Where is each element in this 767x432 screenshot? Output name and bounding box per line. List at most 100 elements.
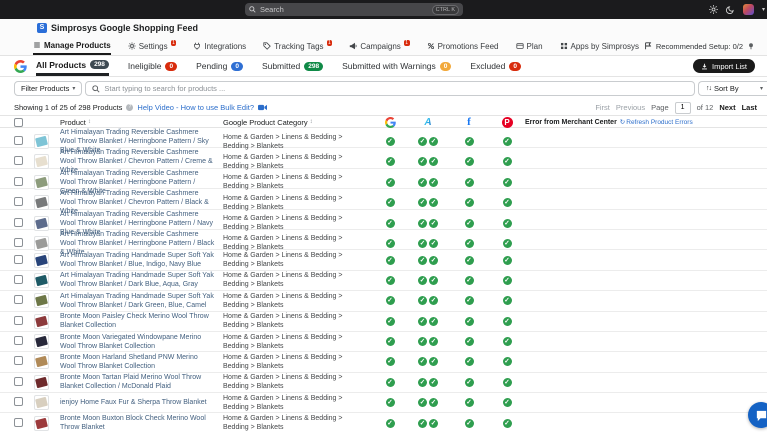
app-window: Search CTRL K ▾ S Simprosys Google Shopp… (0, 0, 767, 432)
recommended-setup[interactable]: Recommended Setup: 0/2 (644, 37, 755, 55)
facebook-icon: f (467, 116, 471, 128)
select-all-checkbox[interactable] (14, 117, 23, 127)
row-checkbox[interactable] (14, 295, 23, 305)
row-checkbox[interactable] (14, 376, 23, 386)
table-row: Art Himalayan Trading Reversible Cashmer… (0, 128, 767, 154)
import-list-button[interactable]: Import List (692, 59, 755, 73)
tab-label: Excluded (470, 61, 506, 71)
microsoft-ads-icon: A (424, 116, 432, 128)
status-ok-icon: ✓ (418, 357, 427, 367)
row-checkbox[interactable] (14, 356, 23, 366)
chevron-down-icon: ▾ (72, 86, 76, 92)
product-search-input[interactable] (104, 84, 688, 93)
global-search-button[interactable]: Search CTRL K (245, 3, 463, 16)
help-video-link[interactable]: Help Video - How to use Bulk Edit? (137, 103, 254, 112)
facebook-status: ✓ (449, 275, 489, 285)
google-status: ✓ (373, 398, 407, 408)
row-checkbox[interactable] (14, 315, 23, 325)
pinterest-status: ✓ (489, 255, 525, 265)
nav-item-manage-products[interactable]: Manage Products (33, 37, 111, 55)
status-ok-icon: ✓ (502, 296, 512, 306)
page-number-input[interactable] (674, 101, 691, 114)
row-checkbox[interactable] (14, 136, 23, 145)
status-ok-icon: ✓ (502, 157, 512, 167)
pagination-previous[interactable]: Previous (616, 103, 645, 112)
product-title-link[interactable]: Bronte Moon Variegated Windowpane Merino… (60, 333, 223, 351)
google-logo (14, 59, 27, 73)
tab-pending[interactable]: Pending 0 (196, 56, 243, 76)
nav-item-apps-by-simprosys[interactable]: Apps by Simprosys (560, 37, 639, 55)
gear-icon (128, 42, 136, 50)
row-checkbox[interactable] (14, 397, 23, 407)
store-avatar[interactable] (742, 4, 754, 15)
pagination-page-label: Page (651, 103, 669, 112)
product-title-link[interactable]: Art Himalayan Trading Handmade Super Sof… (60, 292, 223, 310)
row-checkbox[interactable] (14, 197, 23, 207)
tab-all-products[interactable]: All Products 298 (36, 56, 109, 76)
status-ok-icon: ✓ (418, 377, 427, 387)
status-ok-icon: ✓ (429, 275, 438, 285)
product-title-link[interactable]: Bronte Moon Harland Shetland PNW Merino … (60, 353, 223, 371)
status-ok-icon: ✓ (502, 275, 512, 285)
product-thumbnail (34, 154, 49, 170)
gear-icon[interactable] (708, 5, 718, 14)
pagination-next[interactable]: Next (719, 103, 735, 112)
list-icon (34, 42, 40, 48)
nav-item-label: Tracking Tags (274, 41, 324, 51)
product-title-link[interactable]: ienjoy Home Faux Fur & Sherpa Throw Blan… (60, 398, 223, 407)
status-ok-icon: ✓ (418, 218, 427, 228)
microsoft-status: ✓ ✓ (407, 296, 449, 306)
nav-item-settings[interactable]: Settings 1 (128, 37, 177, 55)
row-checkbox[interactable] (14, 274, 23, 284)
row-checkbox[interactable] (14, 176, 23, 186)
status-ok-icon: ✓ (385, 218, 395, 228)
tab-submitted[interactable]: Submitted 298 (262, 56, 324, 76)
refresh-product-errors-link[interactable]: ↻ Refresh Product Errors (620, 118, 693, 127)
status-ok-icon: ✓ (385, 198, 395, 208)
filter-products-button[interactable]: Filter Products ▾ (14, 81, 83, 96)
status-ok-icon: ✓ (385, 337, 395, 347)
tab-count-badge: 0 (509, 61, 521, 71)
recommended-setup-label: Recommended Setup: 0/2 (655, 41, 743, 51)
tab-submitted-with-warnings[interactable]: Submitted with Warnings 0 (342, 56, 452, 76)
row-checkbox[interactable] (14, 217, 23, 227)
tab-label: Ineligible (127, 61, 162, 71)
product-title-link[interactable]: Art Himalayan Trading Handmade Super Sof… (60, 271, 223, 289)
status-ok-icon: ✓ (429, 377, 438, 387)
chat-widget-button[interactable] (748, 402, 767, 428)
tab-ineligible[interactable]: Ineligible 0 (127, 56, 178, 76)
row-checkbox[interactable] (14, 254, 23, 264)
nav-item-campaigns[interactable]: Campaigns 1 (349, 37, 410, 55)
status-ok-icon: ✓ (502, 218, 512, 228)
product-title-link[interactable]: Bronte Moon Buxton Block Check Merino Wo… (60, 414, 223, 432)
status-ok-icon: ✓ (418, 198, 427, 208)
sort-icon[interactable]: ↕ (88, 119, 91, 125)
pin-icon[interactable] (747, 42, 755, 50)
pinterest-status: ✓ (489, 198, 525, 208)
status-ok-icon: ✓ (464, 418, 474, 428)
sort-icon[interactable]: ↕ (310, 119, 313, 125)
row-checkbox[interactable] (14, 156, 23, 166)
tab-excluded[interactable]: Excluded 0 (470, 56, 521, 76)
pagination-of-total: of 12 (696, 103, 714, 112)
product-title-link[interactable]: Art Himalayan Trading Handmade Super Sof… (60, 251, 223, 269)
row-checkbox[interactable] (14, 336, 23, 346)
nav-item-promotions-feed[interactable]: Promotions Feed (427, 37, 499, 55)
row-checkbox[interactable] (14, 237, 23, 247)
status-ok-icon: ✓ (418, 418, 427, 428)
nav-item-tracking-tags[interactable]: Tracking Tags 1 (263, 37, 333, 55)
row-checkbox[interactable] (14, 417, 23, 427)
pagination-last[interactable]: Last (742, 103, 757, 112)
nav-item-plan[interactable]: Plan (515, 37, 543, 55)
product-title-link[interactable]: Bronte Moon Tartan Plaid Merino Wool Thr… (60, 373, 223, 391)
status-ok-icon: ✓ (429, 316, 438, 326)
nav-item-integrations[interactable]: Integrations (193, 37, 246, 55)
table-row: Bronte Moon Paisley Check Merino Wool Th… (0, 312, 767, 332)
theme-toggle-icon[interactable] (725, 5, 735, 14)
pagination-first[interactable]: First (595, 103, 610, 112)
product-title-link[interactable]: Bronte Moon Paisley Check Merino Wool Th… (60, 312, 223, 330)
help-icon[interactable]: ? (126, 104, 134, 111)
plug-icon (194, 42, 201, 50)
sort-by-dropdown[interactable]: ↑↓ Sort By ▾ (698, 81, 767, 96)
chevron-down-icon[interactable]: ▾ (762, 6, 765, 13)
